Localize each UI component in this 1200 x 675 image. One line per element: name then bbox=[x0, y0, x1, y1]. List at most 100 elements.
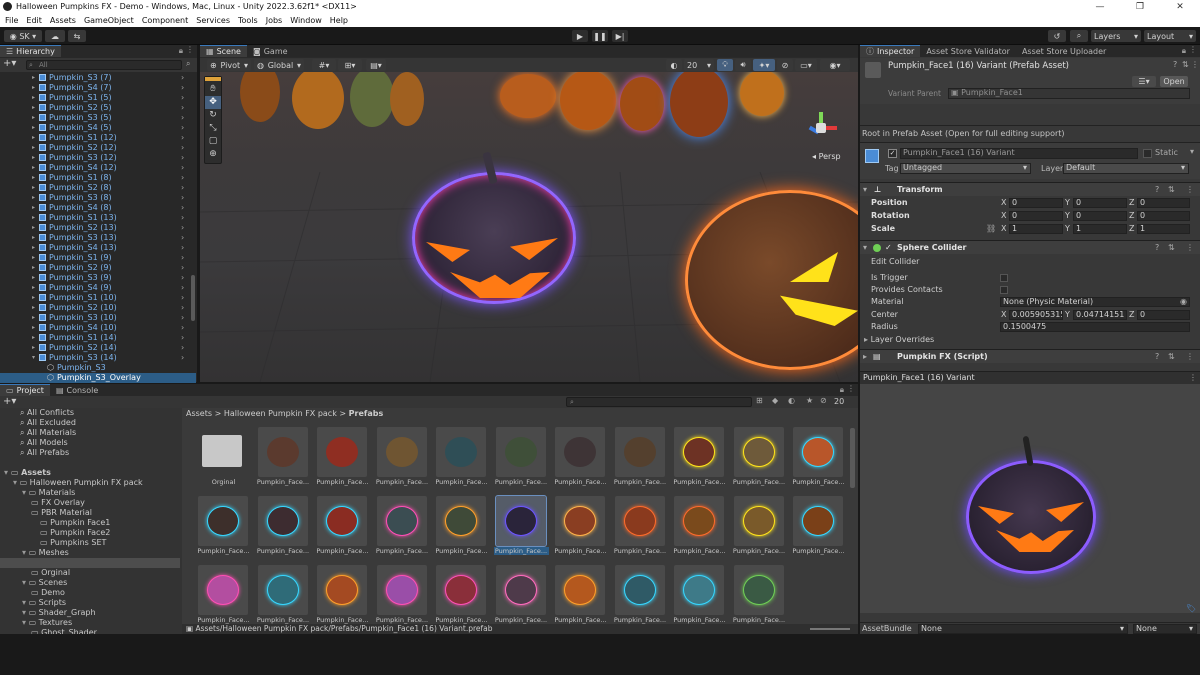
prefab-label[interactable]: Pumpkin_Face... bbox=[256, 547, 311, 555]
chevron-right-icon[interactable]: › bbox=[181, 93, 184, 103]
hierarchy-item[interactable]: ▸ Pumpkin_S4 (12) › bbox=[0, 163, 196, 173]
expand-arrow-icon[interactable]: ▸ bbox=[32, 163, 35, 173]
tab-scene[interactable]: ▦ Scene bbox=[200, 45, 247, 57]
chevron-right-icon[interactable]: › bbox=[181, 143, 184, 153]
prefab-label[interactable]: Pumpkin_Face... bbox=[434, 478, 489, 486]
search-filter-icon[interactable]: ⌕ bbox=[186, 59, 190, 69]
menu-tools[interactable]: Tools bbox=[238, 16, 258, 25]
presets-icon[interactable]: ⇅ bbox=[1168, 241, 1175, 254]
expand-arrow-icon[interactable]: ▸ bbox=[32, 133, 35, 143]
account-dropdown[interactable]: ◉ SK ▾ bbox=[4, 30, 42, 42]
chevron-right-icon[interactable]: › bbox=[181, 323, 184, 333]
asset-label-icon[interactable]: 🏷︎ bbox=[1186, 604, 1196, 613]
center-z-field[interactable]: 0 bbox=[1137, 310, 1190, 320]
position-z-field[interactable]: 0 bbox=[1137, 198, 1190, 208]
menu-help[interactable]: Help bbox=[330, 16, 348, 25]
expand-arrow-icon[interactable]: ▸ bbox=[32, 173, 35, 183]
sphere-collider-header[interactable]: ▾ ✓ Sphere Collider ? ⇅ ⋮ bbox=[860, 240, 1200, 254]
favorite-item[interactable]: ⌕ All Conflicts bbox=[20, 408, 74, 418]
prefab-thumbnail[interactable] bbox=[674, 427, 724, 477]
prefab-label[interactable]: Pumpkin_Face... bbox=[196, 616, 251, 624]
chevron-right-icon[interactable]: › bbox=[181, 123, 184, 133]
prefab-label[interactable]: Pumpkin_Face... bbox=[732, 547, 787, 555]
create-icon[interactable]: +▾ bbox=[3, 396, 16, 407]
hierarchy-item[interactable]: ▸ Pumpkin_S4 (9) › bbox=[0, 283, 196, 293]
camera-settings-icon[interactable]: ▭▾ bbox=[795, 59, 817, 71]
layer-dropdown[interactable]: Default ▾ bbox=[1063, 163, 1189, 174]
prefab-label[interactable]: Pumpkin_Face... bbox=[196, 547, 251, 555]
chevron-right-icon[interactable]: › bbox=[181, 253, 184, 263]
tab-console[interactable]: ▤ Console bbox=[49, 384, 105, 396]
hierarchy-item[interactable]: ▸ Pumpkin_S1 (8) › bbox=[0, 173, 196, 183]
menu-window[interactable]: Window bbox=[290, 16, 322, 25]
expand-arrow-icon[interactable]: ▸ bbox=[32, 293, 35, 303]
prefab-thumbnail[interactable] bbox=[376, 427, 427, 477]
add-icon[interactable]: +▾ bbox=[3, 59, 16, 69]
expand-arrow-icon[interactable]: ▸ bbox=[32, 233, 35, 243]
prefab-thumbnail[interactable] bbox=[257, 565, 308, 615]
chevron-right-icon[interactable]: › bbox=[181, 353, 184, 363]
hand-tool-icon[interactable]: ✋︎ bbox=[205, 83, 221, 96]
tab-inspector[interactable]: ⓘ Inspector bbox=[860, 45, 921, 57]
cloud-icon[interactable]: ☁ bbox=[45, 30, 65, 42]
assetbundle-variant-dropdown[interactable]: None ▾ bbox=[1133, 624, 1197, 634]
lighting-icon[interactable]: 💡︎ bbox=[717, 59, 733, 71]
scale-z-field[interactable]: 1 bbox=[1137, 224, 1190, 234]
lock-icon[interactable]: 🔒︎ bbox=[179, 46, 183, 56]
pumpkin-fx-script-header[interactable]: ▸ ▤ Pumpkin FX (Script) ? ⇅ ⋮ bbox=[860, 349, 1200, 363]
global-dropdown[interactable]: ◍ Global ▾ bbox=[254, 59, 304, 71]
hierarchy-item[interactable]: ▸ Pumpkin_S3 (13) › bbox=[0, 233, 196, 243]
chevron-right-icon[interactable]: › bbox=[181, 203, 184, 213]
prefab-thumbnail[interactable] bbox=[376, 496, 427, 546]
expand-arrow-icon[interactable]: ▸ bbox=[32, 93, 35, 103]
project-folder[interactable]: ▾ ▭ Shader_Graph bbox=[22, 608, 96, 618]
prefab-thumbnail[interactable] bbox=[436, 496, 486, 546]
chevron-right-icon[interactable]: › bbox=[181, 183, 184, 193]
play-button[interactable]: ▶ bbox=[572, 30, 588, 42]
position-x-field[interactable]: 0 bbox=[1009, 198, 1063, 208]
breadcrumb-prefabs[interactable]: Prefabs bbox=[349, 409, 384, 418]
position-y-field[interactable]: 0 bbox=[1073, 198, 1127, 208]
search-by-importlog-icon[interactable]: ◐ bbox=[788, 396, 795, 405]
scene-viewport[interactable]: ◂ Persp ✋︎ ✥ ↻ ⤡ ▢ ⊕ bbox=[200, 72, 858, 382]
prefab-label[interactable]: Pumpkin_Face... bbox=[375, 616, 430, 624]
prefab-thumbnail[interactable] bbox=[257, 427, 308, 477]
thumbnail-size-slider[interactable] bbox=[810, 628, 850, 630]
hidden-packages-icon[interactable]: ⊘ bbox=[820, 396, 827, 405]
expand-arrow-icon[interactable]: ▸ bbox=[32, 323, 35, 333]
prefab-label[interactable]: Pumpkin_Face... bbox=[732, 616, 787, 624]
close-button[interactable]: ✕ bbox=[1160, 2, 1200, 12]
prefab-label[interactable]: Pumpkin_Face... bbox=[791, 547, 846, 555]
chevron-right-icon[interactable]: › bbox=[181, 113, 184, 123]
scale-y-field[interactable]: 1 bbox=[1073, 224, 1127, 234]
prefab-thumbnail[interactable] bbox=[257, 496, 308, 546]
expand-arrow-icon[interactable]: ▸ bbox=[32, 273, 35, 283]
folder-thumbnail[interactable] bbox=[198, 427, 248, 477]
project-folder[interactable]: ▾ ▭ Textures bbox=[22, 618, 72, 628]
tab-asset-store-uploader[interactable]: Asset Store Uploader bbox=[1015, 45, 1113, 57]
project-folder[interactable]: ▭ Orginal bbox=[31, 568, 70, 578]
version-control-icon[interactable]: ⇆ bbox=[68, 30, 86, 42]
prefab-label[interactable]: Pumpkin_Face... bbox=[553, 616, 608, 624]
prefab-label[interactable]: Pumpkin_Face... bbox=[494, 616, 549, 624]
hierarchy-item[interactable]: ▸ Pumpkin_S3 (7) › bbox=[0, 73, 196, 83]
draw-mode-icon[interactable]: ◐ bbox=[666, 59, 682, 71]
material-field[interactable]: None (Physic Material) ◉ bbox=[1000, 297, 1190, 307]
prefab-label[interactable]: Pumpkin_Face... bbox=[613, 616, 668, 624]
rotate-tool-icon[interactable]: ↻ bbox=[205, 109, 221, 122]
prefab-label[interactable]: Pumpkin_Face... bbox=[613, 478, 668, 486]
maximize-button[interactable]: ❐ bbox=[1120, 2, 1160, 12]
prefab-thumbnail[interactable] bbox=[495, 427, 546, 477]
snap-increment-icon[interactable]: ⊞▾ bbox=[338, 59, 362, 71]
hierarchy-item[interactable]: ▸ Pumpkin_S1 (13) › bbox=[0, 213, 196, 223]
prefab-label[interactable]: Pumpkin_Face... bbox=[553, 547, 608, 555]
object-name-field[interactable]: Pumpkin_Face1 (16) Variant bbox=[900, 148, 1138, 159]
tag-dropdown[interactable]: Untagged ▾ bbox=[900, 163, 1031, 174]
pause-button[interactable]: ❚❚ bbox=[592, 30, 608, 42]
hierarchy-item[interactable]: ▸ Pumpkin_S1 (12) › bbox=[0, 133, 196, 143]
project-folder[interactable]: ▭ Demo bbox=[31, 588, 65, 598]
lock-icon[interactable]: 🔒︎ bbox=[1182, 46, 1186, 56]
orientation-gizmo[interactable] bbox=[805, 112, 839, 146]
favorite-item[interactable]: ⌕ All Models bbox=[20, 438, 68, 448]
hierarchy-search-input[interactable]: ⌕ All bbox=[26, 60, 182, 70]
